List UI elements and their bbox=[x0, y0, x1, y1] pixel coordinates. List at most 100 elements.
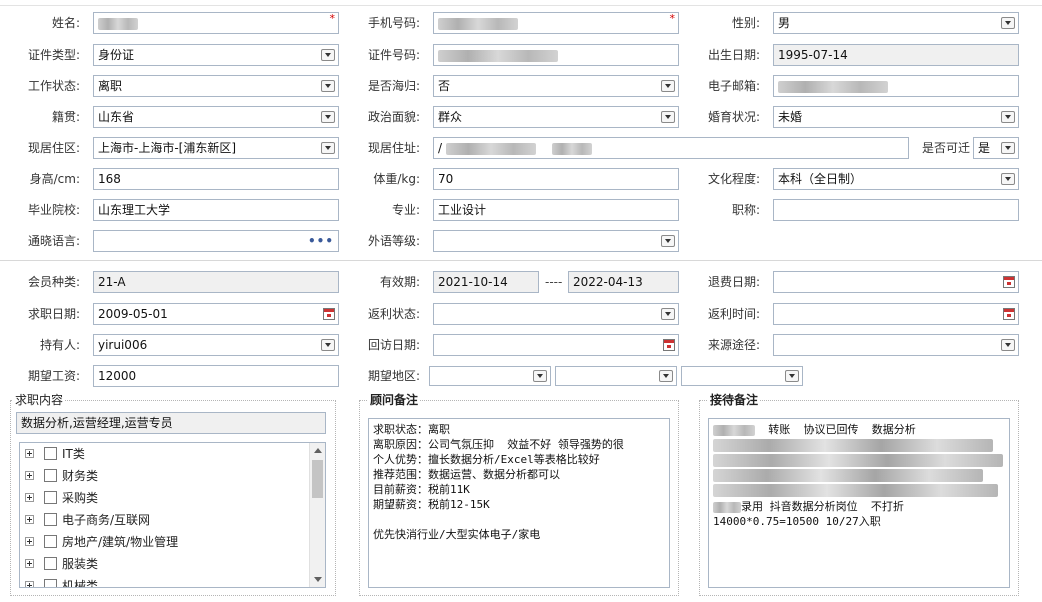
checkbox-icon[interactable] bbox=[44, 557, 57, 570]
checkbox-icon[interactable] bbox=[44, 513, 57, 526]
job-content-title: 求职内容 bbox=[13, 393, 66, 407]
height-input[interactable]: 168 bbox=[93, 168, 339, 190]
name-input[interactable]: * bbox=[93, 12, 339, 34]
dropdown-arrow-icon[interactable] bbox=[1001, 173, 1015, 185]
job-category-tree[interactable]: IT类 财务类 采购类 电子商务/互联网 房地产/建筑/物业管理 服装类 机械类 bbox=[19, 442, 326, 588]
birth-label: 出生日期: bbox=[707, 48, 760, 62]
overseas-label: 是否海归: bbox=[367, 79, 420, 93]
height-label: 身高/cm: bbox=[29, 172, 80, 186]
tree-expand-icon[interactable] bbox=[25, 581, 34, 587]
area-district-select[interactable] bbox=[681, 366, 803, 386]
tree-expand-icon[interactable] bbox=[25, 449, 34, 458]
foreign-level-select[interactable] bbox=[433, 230, 679, 252]
refund-date-label: 退费日期: bbox=[707, 275, 760, 289]
checkbox-icon[interactable] bbox=[44, 535, 57, 548]
holder-select[interactable]: yirui006 bbox=[93, 334, 339, 356]
scroll-down-icon[interactable] bbox=[314, 577, 322, 582]
school-input[interactable]: 山东理工大学 bbox=[93, 199, 339, 221]
dropdown-arrow-icon[interactable] bbox=[659, 370, 673, 382]
calendar-icon[interactable] bbox=[663, 339, 675, 351]
tree-expand-icon[interactable] bbox=[25, 537, 34, 546]
dropdown-arrow-icon[interactable] bbox=[1001, 339, 1015, 351]
id-type-label: 证件类型: bbox=[27, 48, 80, 62]
dropdown-arrow-icon[interactable] bbox=[785, 370, 799, 382]
checkbox-icon[interactable] bbox=[44, 447, 57, 460]
rebate-status-select[interactable] bbox=[433, 303, 679, 325]
gender-select[interactable]: 男 bbox=[773, 12, 1019, 34]
salary-label: 期望工资: bbox=[27, 369, 80, 383]
blurred-text bbox=[713, 469, 983, 482]
area-province-select[interactable] bbox=[429, 366, 551, 386]
blurred-text bbox=[713, 501, 741, 513]
advisor-notes-textarea[interactable]: 求职状态：离职 离职原因：公司气氛压抑 效益不好 领导强势的很 个人优势：擅长数据分… bbox=[368, 418, 670, 588]
ellipsis-icon[interactable]: ••• bbox=[308, 231, 334, 251]
blurred-email bbox=[778, 80, 888, 93]
reception-notes-title: 接待备注 bbox=[708, 393, 761, 407]
advisor-notes-title: 顾问备注 bbox=[368, 393, 421, 407]
phone-label: 手机号码: bbox=[367, 16, 420, 30]
scroll-up-icon[interactable] bbox=[314, 448, 322, 453]
name-label: 姓名: bbox=[51, 16, 80, 30]
major-input[interactable]: 工业设计 bbox=[433, 199, 679, 221]
dropdown-arrow-icon[interactable] bbox=[1001, 142, 1015, 154]
apply-date-input[interactable]: 2009-05-01 bbox=[93, 303, 339, 325]
education-select[interactable]: 本科（全日制） bbox=[773, 168, 1019, 190]
checkbox-icon[interactable] bbox=[44, 469, 57, 482]
native-select[interactable]: 山东省 bbox=[93, 106, 339, 128]
email-input[interactable] bbox=[773, 75, 1019, 97]
reception-notes-textarea[interactable]: 转账 协议已回传 数据分析 录用 抖音数据分析岗位 不打折 14000*0.75=1… bbox=[708, 418, 1010, 588]
language-input[interactable]: ••• bbox=[93, 230, 339, 252]
work-status-select[interactable]: 离职 bbox=[93, 75, 339, 97]
dropdown-arrow-icon[interactable] bbox=[321, 142, 335, 154]
major-label: 专业: bbox=[391, 203, 420, 217]
tree-scrollbar[interactable] bbox=[309, 443, 325, 587]
language-label: 通晓语言: bbox=[27, 234, 80, 248]
gender-label: 性别: bbox=[731, 16, 760, 30]
checkbox-icon[interactable] bbox=[44, 579, 57, 587]
area-city-select[interactable] bbox=[555, 366, 677, 386]
scroll-thumb[interactable] bbox=[312, 460, 323, 498]
blurred-text bbox=[713, 454, 1003, 467]
calendar-icon[interactable] bbox=[323, 308, 335, 320]
salary-input[interactable]: 12000 bbox=[93, 365, 339, 387]
dropdown-arrow-icon[interactable] bbox=[321, 80, 335, 92]
id-type-select[interactable]: 身份证 bbox=[93, 44, 339, 66]
district-select[interactable]: 上海市-上海市-[浦东新区] bbox=[93, 137, 339, 159]
political-select[interactable]: 群众 bbox=[433, 106, 679, 128]
dropdown-arrow-icon[interactable] bbox=[1001, 111, 1015, 123]
tree-expand-icon[interactable] bbox=[25, 515, 34, 524]
calendar-icon[interactable] bbox=[1003, 308, 1015, 320]
marital-select[interactable]: 未婚 bbox=[773, 106, 1019, 128]
id-number-input[interactable] bbox=[433, 44, 679, 66]
dropdown-arrow-icon[interactable] bbox=[321, 339, 335, 351]
dropdown-arrow-icon[interactable] bbox=[661, 111, 675, 123]
relocate-select[interactable]: 是 bbox=[973, 137, 1019, 159]
dropdown-arrow-icon[interactable] bbox=[321, 111, 335, 123]
source-select[interactable] bbox=[773, 334, 1019, 356]
address-input[interactable]: / bbox=[433, 137, 909, 159]
dropdown-arrow-icon[interactable] bbox=[321, 49, 335, 61]
blurred-name bbox=[98, 17, 138, 30]
tree-expand-icon[interactable] bbox=[25, 559, 34, 568]
visit-date-input[interactable] bbox=[433, 334, 679, 356]
weight-input[interactable]: 70 bbox=[433, 168, 679, 190]
rebate-time-input[interactable] bbox=[773, 303, 1019, 325]
dropdown-arrow-icon[interactable] bbox=[661, 235, 675, 247]
title-input[interactable] bbox=[773, 199, 1019, 221]
dropdown-arrow-icon[interactable] bbox=[533, 370, 547, 382]
tree-expand-icon[interactable] bbox=[25, 493, 34, 502]
dropdown-arrow-icon[interactable] bbox=[661, 80, 675, 92]
dropdown-arrow-icon[interactable] bbox=[1001, 17, 1015, 29]
tree-expand-icon[interactable] bbox=[25, 471, 34, 480]
overseas-select[interactable]: 否 bbox=[433, 75, 679, 97]
calendar-icon[interactable] bbox=[1003, 276, 1015, 288]
phone-input[interactable]: * bbox=[433, 12, 679, 34]
apply-date-label: 求职日期: bbox=[27, 307, 80, 321]
dropdown-arrow-icon[interactable] bbox=[661, 308, 675, 320]
marital-label: 婚育状况: bbox=[707, 110, 760, 124]
refund-date-input[interactable] bbox=[773, 271, 1019, 293]
native-label: 籍贯: bbox=[51, 110, 80, 124]
checkbox-icon[interactable] bbox=[44, 491, 57, 504]
validity-start-field: 2021-10-14 bbox=[433, 271, 539, 293]
job-summary-field: 数据分析,运营经理,运营专员 bbox=[16, 412, 326, 434]
